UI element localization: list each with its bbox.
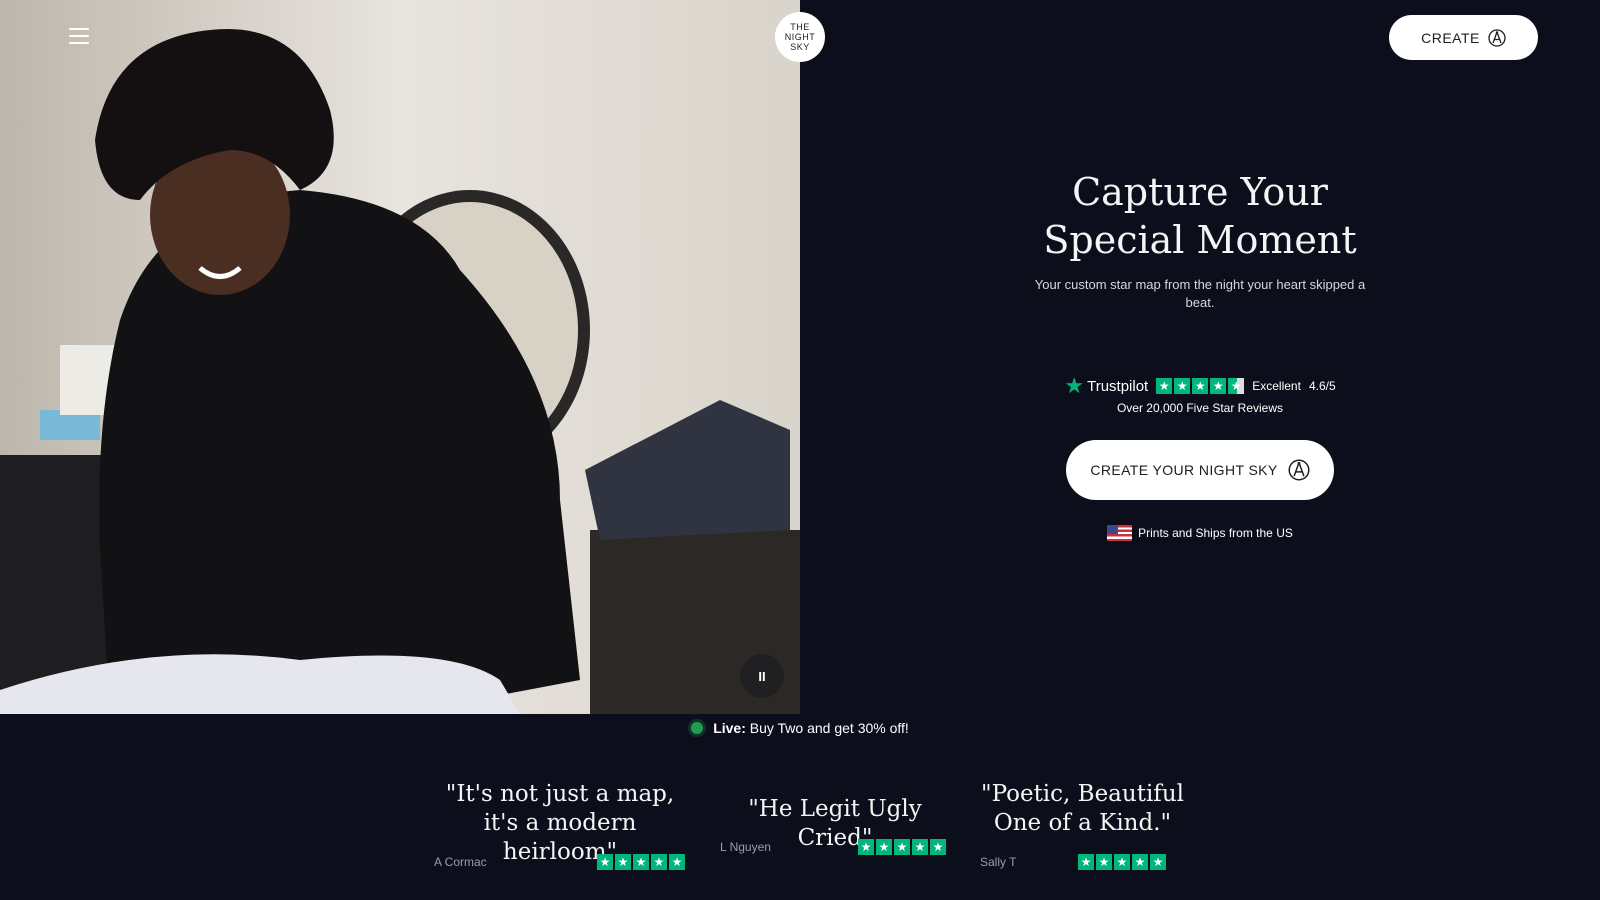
- create-night-sky-button[interactable]: CREATE YOUR NIGHT SKY: [1066, 440, 1334, 500]
- menu-icon-line: [69, 35, 89, 37]
- logo-line: THE: [790, 22, 810, 32]
- menu-icon-line: [69, 28, 89, 30]
- star-icon: ★: [876, 839, 892, 855]
- hero-title: Capture Your Special Moment: [1000, 168, 1400, 264]
- shipping-note: Prints and Ships from the US: [1000, 525, 1400, 541]
- site-logo[interactable]: THE NIGHT SKY: [775, 12, 825, 62]
- logo-line: NIGHT: [784, 32, 816, 42]
- star-icon: ★: [1156, 378, 1173, 394]
- menu-icon-line: [69, 42, 89, 44]
- star-icon: ★: [858, 839, 874, 855]
- pause-icon: II: [758, 668, 766, 684]
- menu-button[interactable]: [66, 26, 92, 46]
- star-icon: ★: [1174, 378, 1191, 394]
- testimonial-stars: ★ ★ ★ ★ ★: [1078, 854, 1166, 870]
- star-icon: ★: [651, 854, 667, 870]
- quote-line: One of a Kind.": [993, 810, 1172, 836]
- star-icon: ★: [1096, 854, 1112, 870]
- trustpilot-rating[interactable]: ★ Trustpilot ★ ★ ★ ★ ★ Excellent 4.6/5: [1000, 375, 1400, 397]
- pause-button[interactable]: II: [740, 654, 784, 698]
- live-dot-icon: [691, 722, 704, 734]
- create-button-label: CREATE: [1421, 29, 1480, 46]
- star-icon: ★: [1078, 854, 1094, 870]
- hero-video[interactable]: II: [0, 0, 800, 714]
- testimonial-stars: ★ ★ ★ ★ ★: [597, 854, 685, 870]
- star-icon: ★: [1210, 378, 1227, 394]
- testimonial-author: A Cormac: [434, 855, 487, 869]
- star-icon: ★: [597, 854, 613, 870]
- testimonial-author: L Nguyen: [720, 840, 771, 854]
- hero-section: Capture Your Special Moment Your custom …: [1000, 168, 1400, 312]
- live-promo-banner: Live: Buy Two and get 30% off!: [0, 720, 1600, 736]
- us-flag-icon: [1107, 525, 1133, 541]
- quote-line: "Poetic, Beautiful: [980, 781, 1184, 807]
- hero-title-line: Special Moment: [1043, 218, 1357, 262]
- video-frame-illustration: [0, 0, 800, 714]
- star-icon: ★: [1132, 854, 1148, 870]
- trustpilot-logo: ★ Trustpilot: [1064, 375, 1148, 397]
- hero-subtitle: Your custom star map from the night your…: [1034, 277, 1366, 310]
- testimonial-author: Sally T: [980, 855, 1017, 869]
- rating-word: Excellent: [1252, 379, 1301, 393]
- shipping-text: Prints and Ships from the US: [1138, 526, 1293, 540]
- compass-icon: [1288, 459, 1310, 481]
- testimonial-stars: ★ ★ ★ ★ ★: [858, 839, 946, 855]
- quote-line: "It's not just a map,: [445, 781, 675, 807]
- compass-icon: [1488, 28, 1506, 47]
- star-icon: ★: [912, 839, 928, 855]
- trustpilot-star-icon: ★: [1064, 373, 1085, 398]
- rating-score: 4.6/5: [1308, 379, 1336, 393]
- cta-label: CREATE YOUR NIGHT SKY: [1090, 462, 1278, 478]
- star-icon: ★: [669, 854, 685, 870]
- star-icon: ★: [1114, 854, 1130, 870]
- star-icon: ★: [1192, 378, 1209, 394]
- reviews-count: Over 20,000 Five Star Reviews: [1116, 401, 1284, 415]
- live-label: Live:: [713, 720, 746, 736]
- testimonial-quote: "Poetic, Beautiful One of a Kind.": [975, 780, 1190, 838]
- half-star-icon: ★: [1228, 378, 1245, 394]
- star-icon: ★: [1150, 854, 1166, 870]
- star-icon: ★: [633, 854, 649, 870]
- star-icon: ★: [930, 839, 946, 855]
- create-button[interactable]: CREATE: [1389, 15, 1538, 60]
- star-icon: ★: [894, 839, 910, 855]
- promo-text: Buy Two and get 30% off!: [749, 720, 909, 736]
- star-icon: ★: [615, 854, 631, 870]
- trustpilot-label: Trustpilot: [1087, 377, 1149, 395]
- logo-line: SKY: [790, 42, 810, 52]
- rating-stars: ★ ★ ★ ★ ★: [1156, 378, 1245, 394]
- hero-title-line: Capture Your: [1072, 170, 1328, 214]
